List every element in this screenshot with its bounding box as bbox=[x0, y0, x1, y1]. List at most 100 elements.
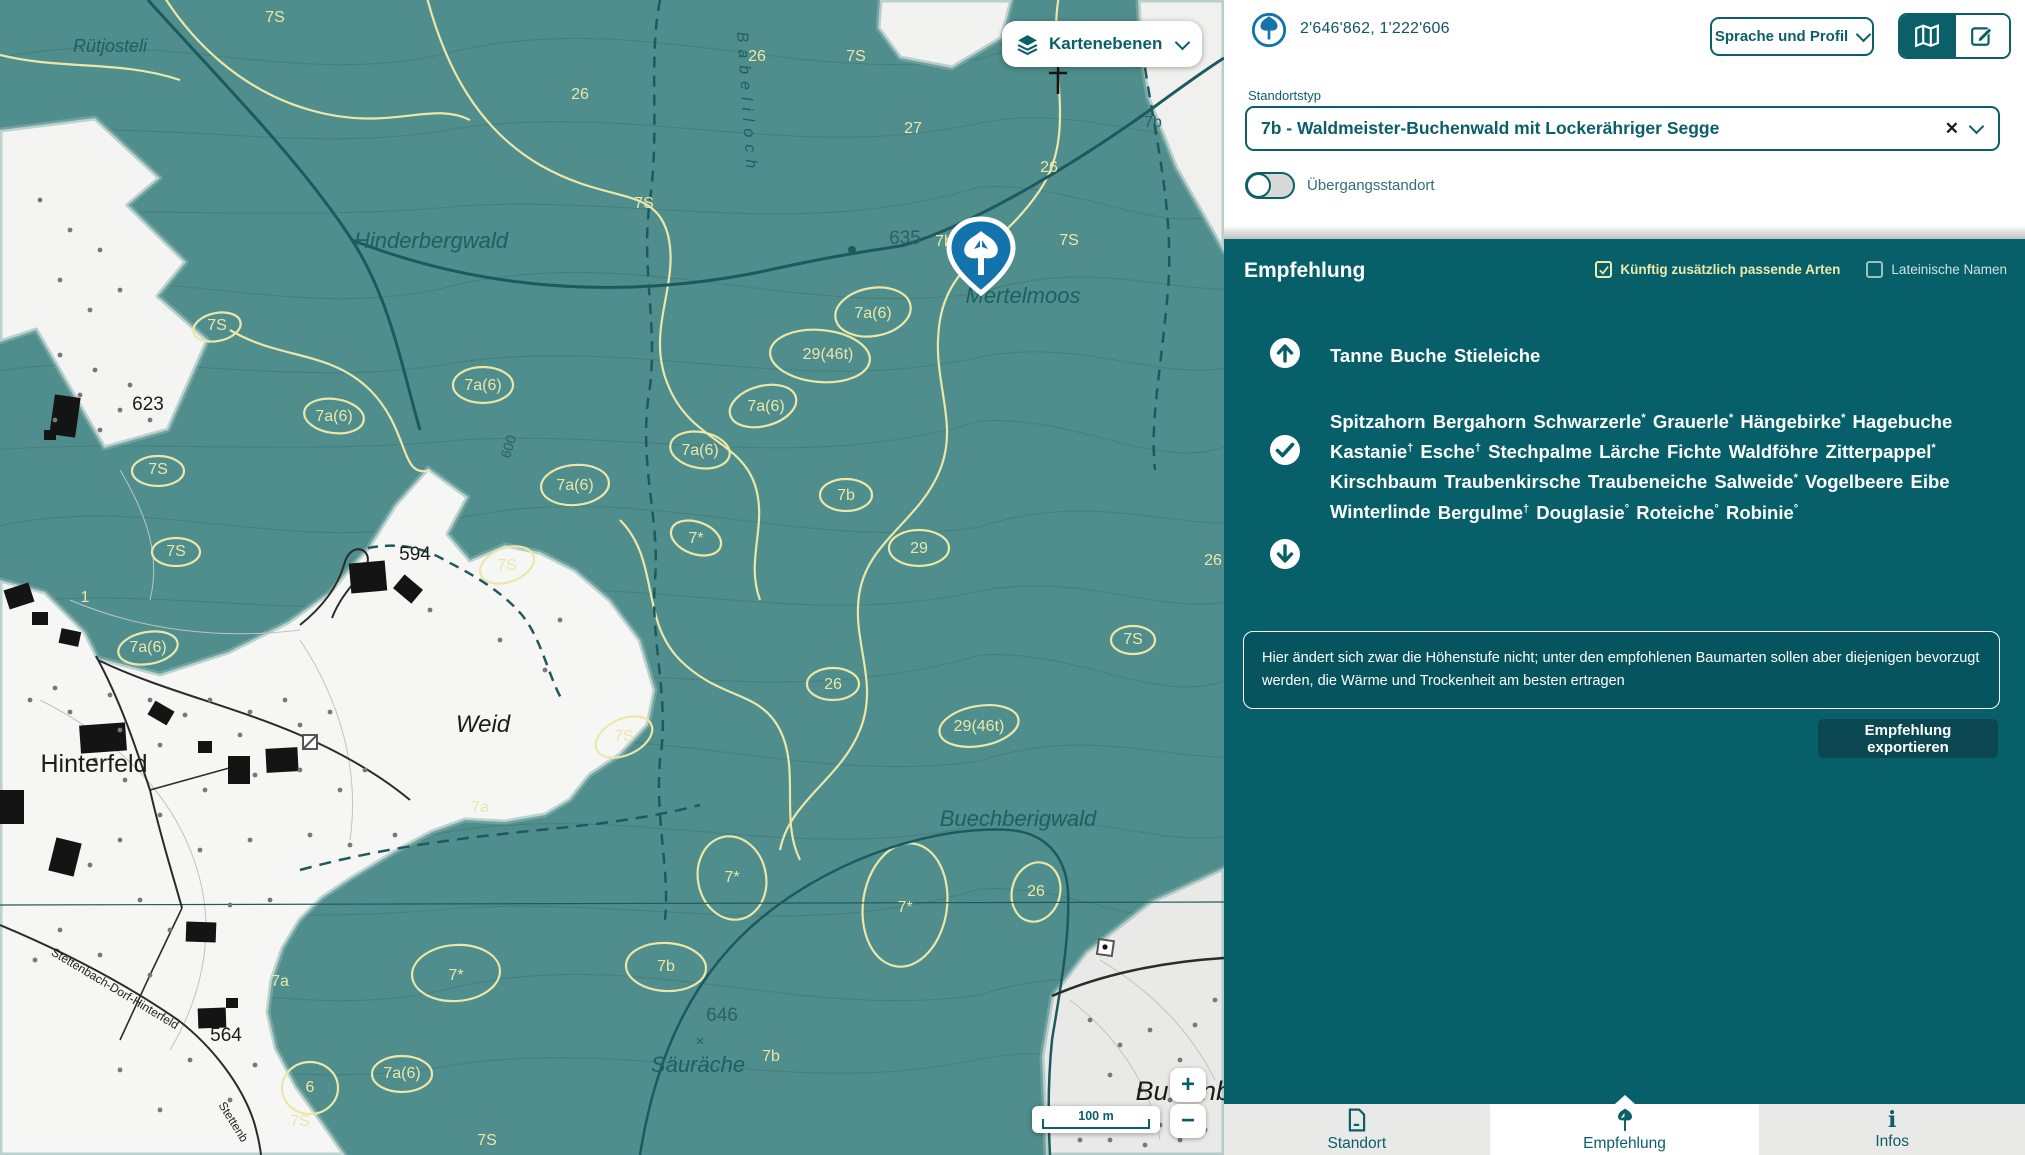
future-species-checkbox[interactable]: Künftig zusätzlich passende Arten bbox=[1595, 261, 1840, 278]
map-label: 26 bbox=[824, 676, 842, 693]
language-profile-button[interactable]: Sprache und Profil bbox=[1710, 17, 1874, 56]
language-profile-label: Sprache und Profil bbox=[1715, 28, 1848, 45]
map-label: × bbox=[696, 1033, 705, 1050]
info-icon: i bbox=[1888, 1110, 1896, 1130]
view-switcher bbox=[1898, 13, 2011, 59]
tab-infos[interactable]: i Infos bbox=[1757, 1104, 2025, 1155]
chevron-down-icon bbox=[1856, 27, 1872, 43]
species-name: Robinie° bbox=[1726, 502, 1798, 523]
recommendation-title: Empfehlung bbox=[1244, 259, 1365, 283]
species-name: Bergahorn bbox=[1433, 411, 1527, 432]
tab-empfehlung-label: Empfehlung bbox=[1583, 1135, 1666, 1153]
map-view-button[interactable] bbox=[1900, 15, 1954, 57]
checkbox-unchecked-icon bbox=[1866, 261, 1883, 278]
uebergangsstandort-label: Übergangsstandort bbox=[1307, 177, 1435, 194]
layers-icon bbox=[1016, 33, 1039, 56]
recommendation-panel: Empfehlung Künftig zusätzlich passende A… bbox=[1224, 239, 2025, 1104]
map-label: 7* bbox=[897, 899, 912, 916]
bottom-tab-bar: Standort Empfehlung i Infos bbox=[1224, 1104, 2025, 1155]
altitude-note: Hier ändert sich zwar die Höhenstufe nic… bbox=[1243, 631, 2000, 709]
species-name: Eibe bbox=[1911, 471, 1950, 492]
standorttyp-select[interactable]: 7b - Waldmeister-Buchenwald mit Lockeräh… bbox=[1245, 106, 2000, 151]
chevron-down-icon bbox=[1175, 34, 1191, 50]
map-label: 646 bbox=[706, 1005, 738, 1026]
species-name: Grauerle* bbox=[1653, 411, 1733, 432]
species-name: Stieleiche bbox=[1454, 345, 1540, 366]
map-label: Säuräche bbox=[651, 1052, 745, 1077]
scale-bracket bbox=[1042, 1119, 1150, 1129]
transition-site-row: Übergangsstandort bbox=[1245, 172, 1435, 199]
map-layers-button[interactable]: Kartenebenen bbox=[1002, 21, 1202, 67]
standorttyp-label: Standortstyp bbox=[1248, 88, 1321, 103]
species-name: Hagebuche bbox=[1853, 411, 1953, 432]
tab-infos-label: Infos bbox=[1875, 1133, 1909, 1151]
species-name: Vogelbeere bbox=[1805, 471, 1903, 492]
map-label: Hinderbergwald bbox=[354, 228, 509, 253]
map-layers-label: Kartenebenen bbox=[1049, 34, 1167, 54]
map-label: 7S bbox=[207, 317, 227, 334]
map-label: 7S bbox=[477, 1132, 497, 1149]
map-label: 7b bbox=[837, 487, 855, 504]
map[interactable]: 7S267S2627267S7b7S7S7a(6)29(46t)7a(6)7a(… bbox=[0, 0, 1224, 1155]
app-logo-icon bbox=[1250, 11, 1288, 49]
map-scale-bar: 100 m bbox=[1032, 1106, 1160, 1133]
map-label: 26 bbox=[1027, 883, 1045, 900]
species-name: Buche bbox=[1390, 345, 1447, 366]
map-label: 7a bbox=[271, 973, 289, 990]
map-label: Hinterfeld bbox=[41, 750, 148, 778]
species-list-rising: Tanne Buche Stieleiche bbox=[1330, 343, 2002, 369]
map-label: 7a(6) bbox=[464, 377, 501, 394]
species-name: Esche† bbox=[1420, 441, 1481, 462]
tab-empfehlung[interactable]: Empfehlung bbox=[1490, 1104, 1758, 1155]
map-label: 7S bbox=[265, 9, 285, 26]
species-name: Winterlinde bbox=[1330, 502, 1431, 523]
tab-standort[interactable]: Standort bbox=[1224, 1104, 1490, 1155]
map-label: 27 bbox=[904, 120, 922, 137]
toggle-knob bbox=[1246, 173, 1271, 198]
recommendation-options: Künftig zusätzlich passende Arten Latein… bbox=[1595, 261, 2007, 278]
species-name: Spitzahorn bbox=[1330, 411, 1426, 432]
species-name: Schwarzerle* bbox=[1533, 411, 1645, 432]
species-name: Roteiche° bbox=[1636, 502, 1719, 523]
map-label: 7S bbox=[1123, 631, 1143, 648]
species-name: Traubeneiche bbox=[1588, 471, 1707, 492]
species-name: Traubenkirsche bbox=[1444, 471, 1581, 492]
map-label: 26 bbox=[1204, 552, 1222, 569]
species-name: Waldföhre bbox=[1729, 441, 1819, 462]
map-label: 7a(6) bbox=[383, 1065, 420, 1082]
latin-names-checkbox[interactable]: Lateinische Namen bbox=[1866, 261, 2007, 278]
map-label: 26 bbox=[571, 86, 589, 103]
map-label: 635 bbox=[889, 228, 921, 249]
edit-view-button[interactable] bbox=[1954, 15, 2010, 57]
map-label: 7* bbox=[724, 869, 739, 886]
map-label: 7a(6) bbox=[854, 305, 891, 322]
map-label: 7a(6) bbox=[129, 639, 166, 656]
arrow-up-icon bbox=[1269, 337, 1301, 369]
zoom-out-button[interactable]: − bbox=[1170, 1104, 1206, 1138]
map-label: 7S bbox=[497, 557, 517, 574]
species-name: Stechpalme bbox=[1488, 441, 1592, 462]
zoom-in-button[interactable]: + bbox=[1170, 1068, 1206, 1102]
species-name: Lärche bbox=[1599, 441, 1660, 462]
map-label: 564 bbox=[210, 1025, 242, 1046]
map-label: 7S bbox=[290, 1113, 310, 1130]
topographic-map[interactable]: 7S267S2627267S7b7S7S7a(6)29(46t)7a(6)7a(… bbox=[0, 0, 1224, 1155]
map-label: Rütjosteli bbox=[73, 36, 148, 56]
tab-standort-label: Standort bbox=[1328, 1135, 1387, 1153]
uebergangsstandort-toggle[interactable] bbox=[1245, 172, 1295, 199]
edit-icon bbox=[1970, 24, 1994, 48]
export-recommendation-button[interactable]: Empfehlung exportieren bbox=[1818, 719, 1998, 758]
species-name: Salweide* bbox=[1714, 471, 1797, 492]
species-name: Fichte bbox=[1667, 441, 1721, 462]
map-label: 1 bbox=[81, 589, 90, 606]
zoom-control: + − bbox=[1170, 1068, 1206, 1140]
document-icon bbox=[1347, 1108, 1367, 1132]
map-label: 7a bbox=[471, 799, 489, 816]
species-name: Douglasie° bbox=[1536, 502, 1629, 523]
location-header: 2'646'862, 1'222'606 Sprache und Profil … bbox=[1224, 0, 2025, 225]
map-label: Weid bbox=[456, 711, 511, 738]
panel-divider bbox=[1224, 225, 2025, 239]
checkbox-checked-icon bbox=[1595, 261, 1612, 278]
map-label: 6 bbox=[306, 1079, 315, 1096]
clear-icon[interactable]: ✕ bbox=[1933, 119, 1971, 139]
